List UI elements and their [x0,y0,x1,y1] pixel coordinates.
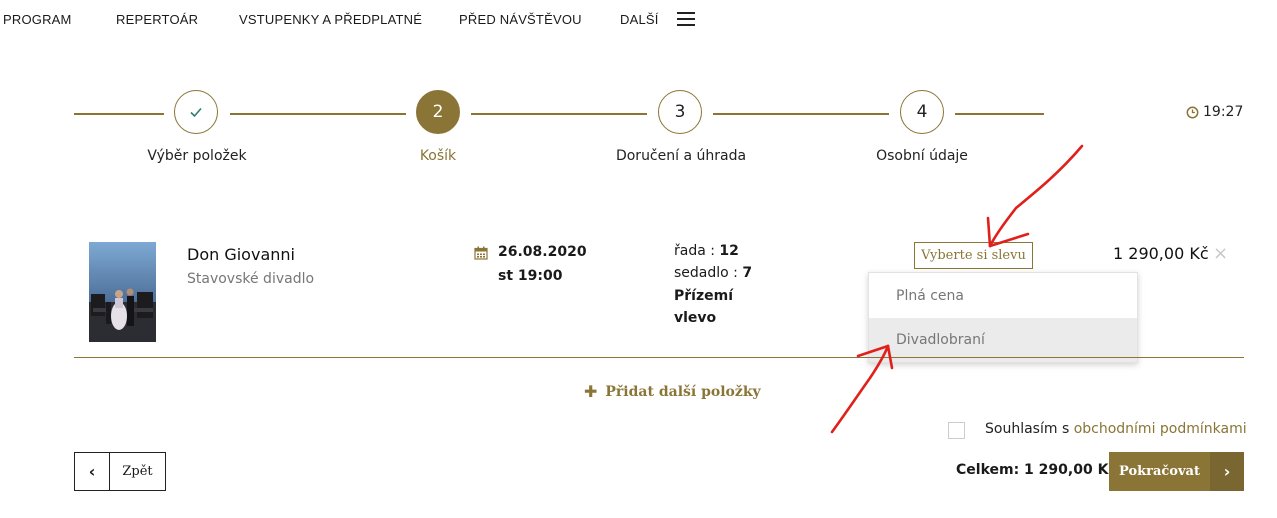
event-thumbnail [89,242,156,342]
terms-checkbox[interactable] [948,422,965,439]
discount-dropdown: Plná cena Divadlobraní [868,272,1138,363]
calendar-icon [474,246,488,260]
event-venue: Stavovské divadlo [187,271,315,287]
add-more-label: Přidat další položky [605,383,761,400]
nav-item-more[interactable]: DALŠÍ [620,12,659,27]
nav-item-tickets[interactable]: VSTUPENKY A PŘEDPLATNÉ [239,12,422,27]
arrow-to-discount-button [986,144,1084,248]
terms-label: Souhlasím s obchodními podmínkami [985,421,1247,437]
seat-section-text: Přízemí [674,288,733,304]
stepper-line [955,113,1044,115]
remove-item-icon[interactable]: × [1213,243,1228,264]
check-icon [190,107,202,118]
clock-icon [1186,106,1199,118]
opera-photo [89,242,156,342]
event-date: 26.08.2020 [498,244,587,260]
seat-number-value: 7 [742,265,753,281]
continue-button-label: Pokračovat [1119,464,1200,479]
back-button-label: Zpět [122,464,153,479]
chevron-left-icon: ‹ [75,453,110,490]
seat-row-label: řada : [674,243,720,259]
stepper-line [230,113,406,115]
item-price: 1 290,00 Kč [1113,244,1209,263]
discount-select-button[interactable]: Vyberte si slevu [914,242,1033,269]
seat-section-text: vlevo [674,310,717,326]
seat-section-2: vlevo [674,310,716,326]
nav-item-repertoire[interactable]: REPERTOÁR [116,12,198,27]
seat-number-label: sedadlo : [674,265,743,281]
item-divider [74,357,1244,358]
seat-section-1: Přízemí [674,288,733,304]
timer-value: 19:27 [1203,104,1244,120]
step-1-circle[interactable] [174,90,218,134]
add-more-items-link[interactable]: ✚ Přidat další položky [584,382,761,401]
cart-total: Celkem: 1 290,00 Kč [956,462,1117,478]
stepper-line [74,113,164,115]
seat-number: sedadlo : 7 [674,265,752,281]
menu-icon[interactable] [677,12,695,26]
step-4-label: Osobní údaje [876,148,968,164]
stepper-line [713,113,889,115]
step-1-label[interactable]: Výběr položek [147,148,246,164]
discount-option-divadlobrani[interactable]: Divadlobraní [869,318,1137,362]
terms-prefix: Souhlasím s [985,421,1074,437]
top-navigation: PROGRAM REPERTOÁR VSTUPENKY A PŘEDPLATNÉ… [0,0,1277,40]
step-3-circle: 3 [658,90,702,134]
plus-icon: ✚ [584,382,598,401]
step-2-circle: 2 [416,90,460,134]
step-3-label: Doručení a úhrada [615,148,747,164]
event-time: st 19:00 [498,268,563,284]
step-4-circle: 4 [900,90,944,134]
back-button[interactable]: ‹ Zpět [74,452,166,491]
step-2-label: Košík [419,148,457,164]
chevron-right-icon: › [1210,452,1244,491]
continue-button[interactable]: Pokračovat › [1109,452,1244,491]
event-title[interactable]: Don Giovanni [187,245,295,264]
seat-row: řada : 12 [674,243,739,259]
nav-item-program[interactable]: PROGRAM [3,12,72,27]
stepper-line [471,113,647,115]
reservation-timer: 19:27 [1186,104,1243,120]
terms-link[interactable]: obchodními podmínkami [1074,421,1247,437]
discount-option-full-price[interactable]: Plná cena [869,274,1137,318]
nav-item-before-visit[interactable]: PŘED NÁVŠTĚVOU [459,12,582,27]
seat-row-value: 12 [719,243,739,259]
